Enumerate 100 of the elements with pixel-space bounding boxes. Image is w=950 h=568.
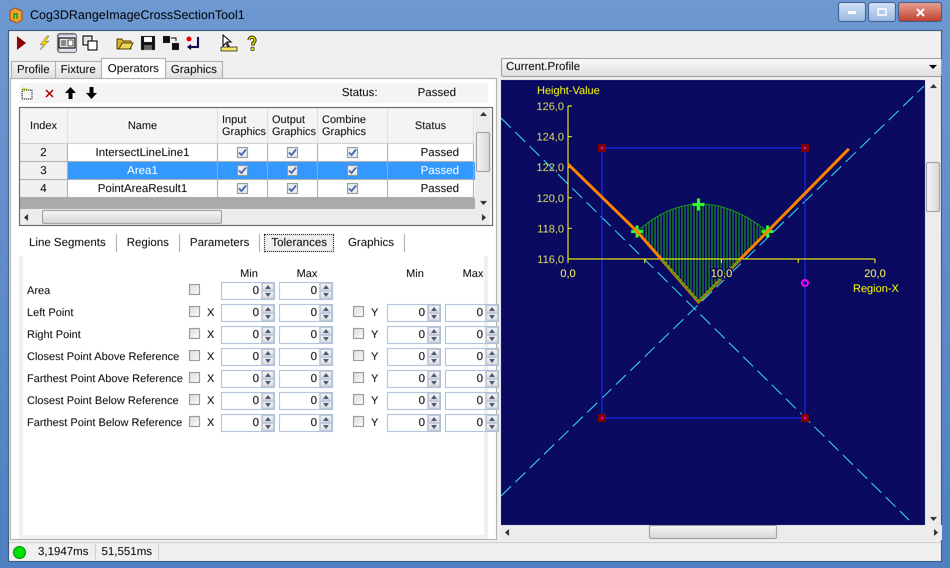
spin-box[interactable]: 0 [279,370,333,388]
checkbox[interactable] [189,394,200,405]
checkbox[interactable] [237,147,248,158]
table-row[interactable]: 3 Area1 Passed [20,162,475,180]
spin-arrows-icon[interactable] [261,415,274,431]
spin-box[interactable]: 0 [221,392,275,410]
spin-box[interactable]: 0 [279,282,333,300]
spin-box[interactable]: 0 [221,414,275,432]
scroll-thumb[interactable] [926,162,940,212]
spin-arrows-icon[interactable] [319,393,332,409]
scroll-thumb[interactable] [42,210,222,224]
spin-box[interactable]: 0 [221,370,275,388]
checkbox[interactable] [353,328,364,339]
tab[interactable]: Graphics [338,234,406,252]
caret-icon[interactable] [929,65,937,70]
spin-arrows-icon[interactable] [427,393,440,409]
spin-arrows-icon[interactable] [319,415,332,431]
spin-box[interactable]: 0 [387,326,441,344]
spin-arrows-icon[interactable] [261,327,274,343]
tab[interactable]: Fixture [54,61,102,78]
checkbox[interactable] [189,284,200,295]
spin-box[interactable]: 0 [445,370,499,388]
spin-box[interactable]: 0 [221,282,275,300]
spin-arrows-icon[interactable] [319,349,332,365]
spin-arrows-icon[interactable] [261,283,274,299]
checkbox[interactable] [353,306,364,317]
tab[interactable]: Operators [100,58,166,78]
tab[interactable]: Parameters [180,234,260,252]
scroll-up-icon[interactable] [930,84,936,88]
new-item-icon[interactable] [21,86,34,100]
checkbox[interactable] [353,350,364,361]
checkbox[interactable] [347,165,358,176]
table-row[interactable]: 4 PointAreaResult1 Passed [20,180,475,198]
spin-arrows-icon[interactable] [319,371,332,387]
spin-box[interactable]: 0 [445,414,499,432]
spin-box[interactable]: 0 [387,304,441,322]
checkbox[interactable] [287,183,298,194]
maximize-icon[interactable] [868,2,896,22]
checkbox[interactable] [287,165,298,176]
spin-arrows-icon[interactable] [485,305,498,321]
pointer-ruler-icon[interactable] [219,33,239,53]
scroll-left-icon[interactable] [505,528,509,536]
checkbox[interactable] [353,394,364,405]
tab[interactable]: Graphics [164,61,223,78]
spin-arrows-icon[interactable] [485,415,498,431]
tab[interactable]: Tolerances [264,234,334,252]
scroll-right-icon[interactable] [482,214,486,220]
scroll-down-icon[interactable] [930,516,936,521]
scroll-thumb[interactable] [476,132,490,172]
spin-box[interactable]: 0 [445,392,499,410]
checkbox[interactable] [189,350,200,361]
spin-box[interactable]: 0 [387,370,441,388]
panel-icon[interactable] [57,33,77,53]
profile-dropdown[interactable]: Current.Profile [501,58,942,77]
transfer-icon[interactable] [161,33,181,53]
checkbox[interactable] [347,183,358,194]
horizontal-scrollbar[interactable] [501,524,942,540]
tab[interactable]: Line Segments [19,234,117,252]
delete-icon[interactable] [44,88,55,98]
checkbox[interactable] [189,306,200,317]
spin-arrows-icon[interactable] [261,349,274,365]
spin-arrows-icon[interactable] [485,349,498,365]
minimize-icon[interactable] [838,2,866,22]
spin-box[interactable]: 0 [387,392,441,410]
scroll-right-icon[interactable] [934,528,938,536]
checkbox[interactable] [189,372,200,383]
spin-arrows-icon[interactable] [485,393,498,409]
scroll-left-icon[interactable] [24,214,28,220]
vertical-scrollbar[interactable] [925,80,941,525]
checkbox[interactable] [189,328,200,339]
spin-arrows-icon[interactable] [427,371,440,387]
spin-box[interactable]: 0 [445,348,499,366]
spin-arrows-icon[interactable] [319,283,332,299]
spin-box[interactable]: 0 [221,304,275,322]
spin-arrows-icon[interactable] [427,349,440,365]
spin-arrows-icon[interactable] [427,327,440,343]
checkbox[interactable] [287,147,298,158]
checkbox[interactable] [237,183,248,194]
spin-arrows-icon[interactable] [485,371,498,387]
spin-box[interactable]: 0 [387,348,441,366]
horizontal-scrollbar[interactable] [20,209,490,225]
spin-arrows-icon[interactable] [261,371,274,387]
vertical-scrollbar[interactable] [475,108,491,209]
scroll-thumb[interactable] [649,525,777,540]
spin-box[interactable]: 0 [279,414,333,432]
spin-box[interactable]: 0 [445,326,499,344]
spin-box[interactable]: 0 [221,326,275,344]
spin-arrows-icon[interactable] [427,305,440,321]
scroll-down-icon[interactable] [480,201,486,205]
scroll-up-icon[interactable] [480,112,486,116]
spin-box[interactable]: 0 [387,414,441,432]
checkbox[interactable] [353,372,364,383]
save-icon[interactable] [138,33,158,53]
spin-box[interactable]: 0 [279,304,333,322]
spin-arrows-icon[interactable] [485,327,498,343]
spin-arrows-icon[interactable] [427,415,440,431]
spin-box[interactable]: 0 [221,348,275,366]
checkbox[interactable] [237,165,248,176]
spin-arrows-icon[interactable] [261,393,274,409]
spin-box[interactable]: 0 [279,348,333,366]
